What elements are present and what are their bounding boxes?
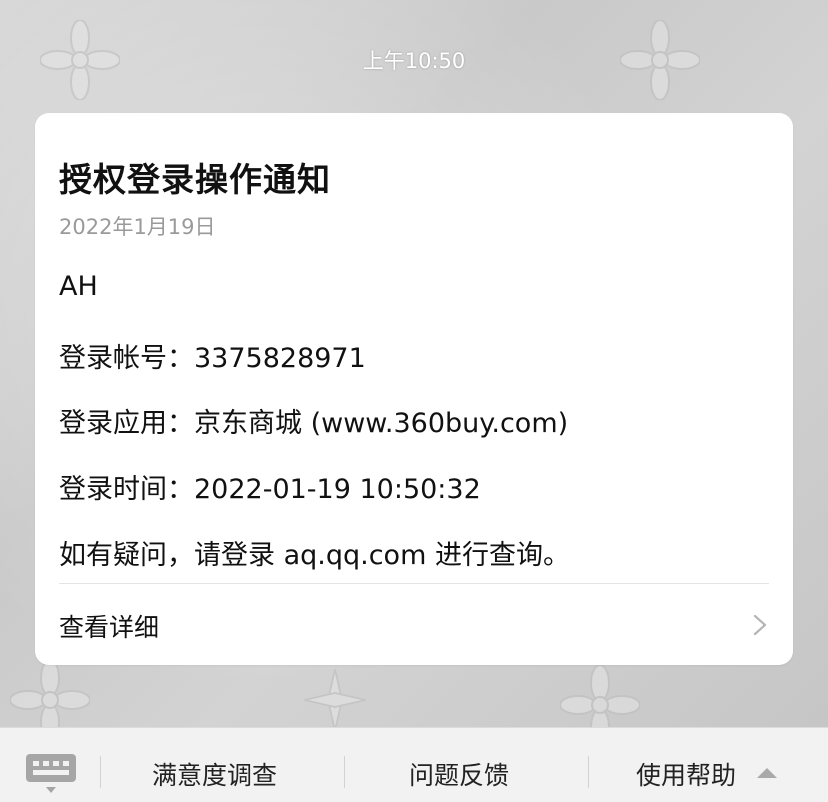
chevron-right-icon (753, 614, 767, 636)
menu-separator (344, 756, 345, 788)
notice-text: 如有疑问，请登录 aq.qq.com 进行查询。 (59, 540, 570, 571)
menu-feedback[interactable]: 问题反馈 (409, 756, 509, 792)
login-app-value: 京东商城 (www.360buy.com) (194, 408, 569, 439)
login-app-label: 登录应用： (59, 408, 194, 439)
menu-separator (588, 756, 589, 788)
greeting-text: AH (59, 271, 98, 302)
login-account-line: 登录帐号：3375828971 (59, 336, 366, 375)
view-details-label: 查看详细 (59, 613, 160, 642)
menu-satisfaction-survey[interactable]: 满意度调查 (152, 756, 277, 792)
login-time-value: 2022-01-19 10:50:32 (194, 474, 481, 505)
caret-up-icon (757, 768, 777, 778)
keyboard-icon (26, 754, 76, 793)
login-time-line: 登录时间：2022-01-19 10:50:32 (59, 467, 481, 506)
login-account-value: 3375828971 (194, 343, 366, 374)
login-time-label: 登录时间： (59, 474, 194, 505)
card-title: 授权登录操作通知 (59, 160, 331, 199)
menu-help[interactable]: 使用帮助 (636, 756, 736, 792)
message-timestamp: 上午10:50 (362, 49, 466, 73)
login-account-label: 登录帐号： (59, 343, 194, 374)
notification-card[interactable]: 授权登录操作通知 2022年1月19日 AH 登录帐号：3375828971 登… (35, 113, 793, 665)
wallpaper-flower-icon (304, 669, 366, 731)
card-date: 2022年1月19日 (59, 215, 216, 239)
menu-separator (100, 756, 101, 788)
service-menu-bar: 满意度调查 问题反馈 使用帮助 (0, 727, 828, 802)
keyboard-toggle-button[interactable] (24, 752, 78, 793)
view-details-link[interactable]: 查看详细 (35, 584, 793, 665)
login-app-line: 登录应用：京东商城 (www.360buy.com) (59, 401, 568, 440)
